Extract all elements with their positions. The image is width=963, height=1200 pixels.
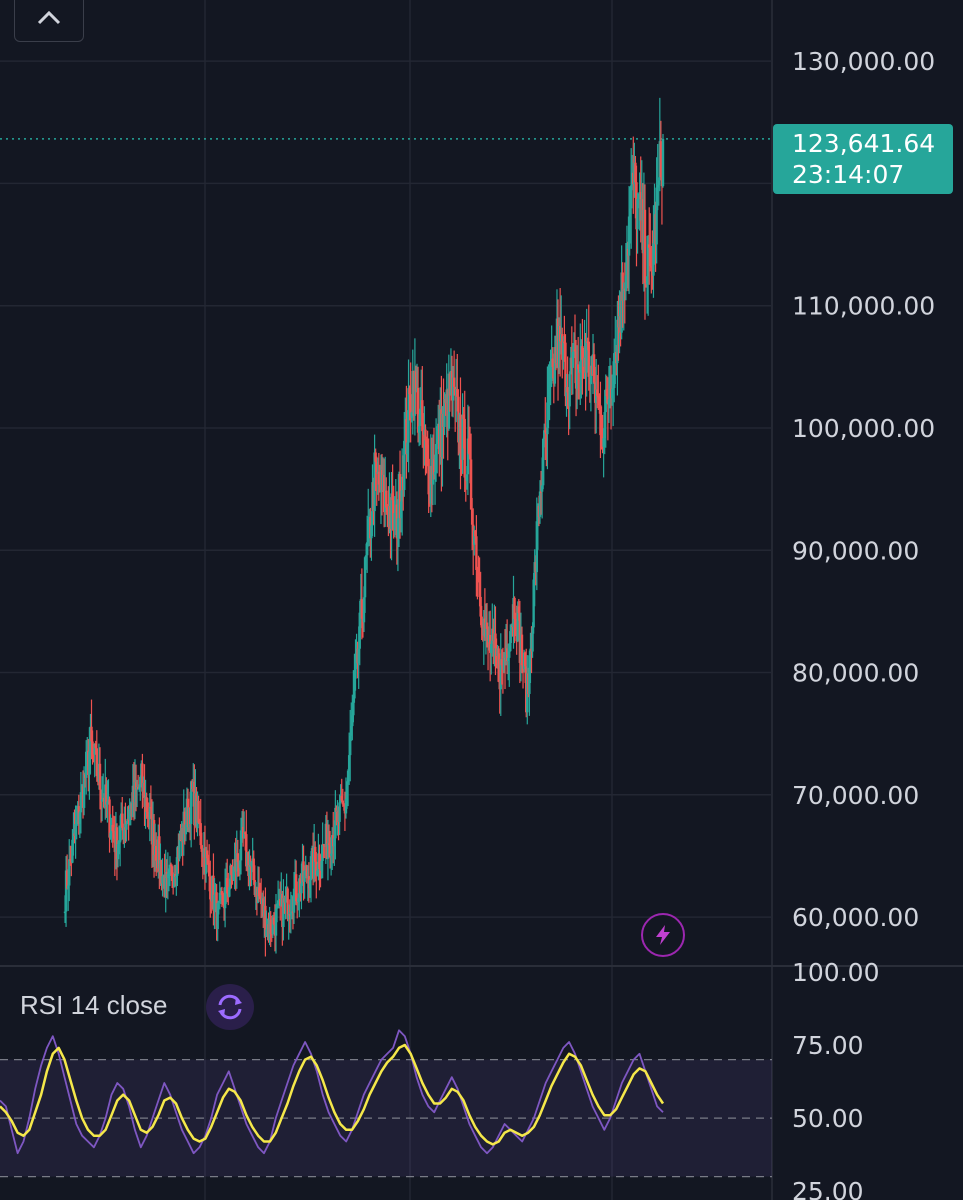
candle-body — [125, 823, 128, 830]
candle-body — [98, 763, 102, 790]
collapse-button[interactable] — [14, 0, 84, 42]
price-tick-label: 60,000.00 — [792, 903, 919, 932]
candle-body — [643, 209, 647, 284]
rsi-tick-label: 25.00 — [792, 1177, 864, 1200]
price-tick-label: 100,000.00 — [792, 414, 935, 443]
chevron-up-icon — [37, 10, 61, 25]
refresh-icon — [218, 994, 242, 1020]
candle-body — [354, 668, 357, 679]
rsi-tick-label: 50.00 — [792, 1104, 864, 1133]
last-price-value: 123,641.64 — [792, 129, 936, 158]
lightning-button[interactable] — [641, 913, 685, 957]
price-tick-label: 110,000.00 — [792, 292, 935, 321]
price-tick-label: 80,000.00 — [792, 659, 919, 688]
candle-body — [508, 651, 511, 658]
candle-body — [566, 387, 569, 393]
lightning-icon — [656, 925, 670, 945]
rsi-legend-label[interactable]: RSI 14 close — [20, 990, 167, 1021]
price-tick-label: 130,000.00 — [792, 47, 935, 76]
candlestick-series — [63, 97, 665, 957]
candle-body — [475, 536, 478, 570]
rsi-tick-label: 100.00 — [792, 958, 879, 987]
rsi-tick-label: 75.00 — [792, 1031, 864, 1060]
price-tick-label: 90,000.00 — [792, 536, 919, 565]
candle-body — [463, 418, 466, 478]
candle-body — [587, 341, 590, 377]
last-price-tag: 123,641.64 23:14:07 — [773, 124, 953, 194]
rsi-refresh-button[interactable] — [206, 984, 254, 1030]
candle-body — [106, 801, 109, 805]
candle-body — [452, 377, 456, 387]
price-tick-label: 70,000.00 — [792, 781, 919, 810]
candle-body — [338, 802, 341, 822]
last-price-countdown: 23:14:07 — [792, 160, 905, 189]
candle-body — [661, 138, 665, 187]
candle-body — [568, 374, 571, 407]
